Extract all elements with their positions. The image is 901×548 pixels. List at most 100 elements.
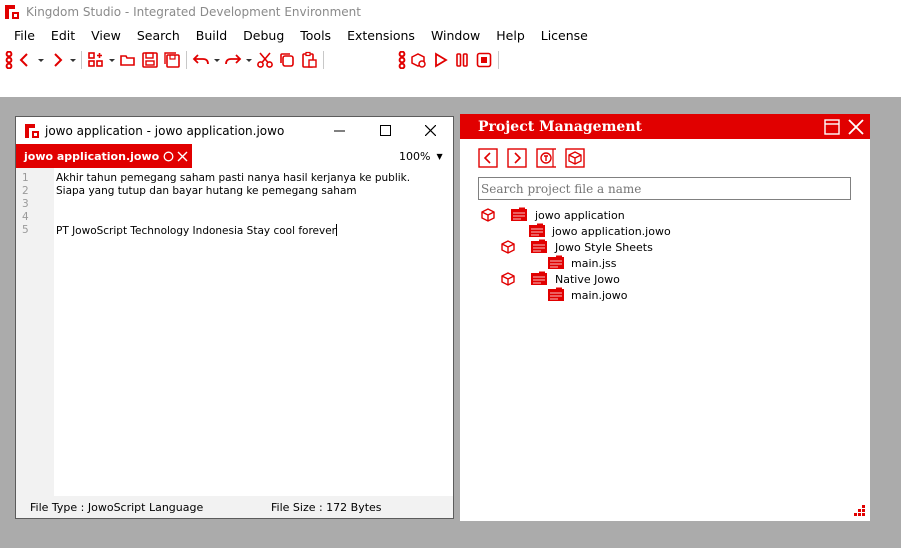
back-icon[interactable] [14,49,36,71]
tree-item-label: main.jss [571,256,617,270]
resize-grip-icon[interactable] [852,503,866,517]
save-all-icon[interactable] [161,49,183,71]
new-project-icon[interactable] [85,49,107,71]
new-project-dropdown-icon[interactable] [107,49,117,71]
tree-item-label: jowo application [535,208,625,222]
tree-item-folder[interactable]: Native Jowo [500,271,620,287]
tree-item-file[interactable]: jowo application.jowo [528,223,671,239]
zoom-select[interactable]: 100% ▼ [399,146,449,166]
redo-icon[interactable] [222,49,244,71]
editor-tab-strip: jowo application.jowo 100% ▼ [16,144,453,168]
tab-jowo-application[interactable]: jowo application.jowo [16,144,192,168]
restore-panel-button[interactable] [822,117,842,137]
undo-dropdown-icon[interactable] [212,49,222,71]
tree-item-label: jowo application.jowo [552,224,671,238]
project-cube-icon [481,208,495,222]
menu-view[interactable]: View [83,28,129,43]
menu-license[interactable]: License [533,28,596,43]
tree-item-folder[interactable]: Jowo Style Sheets [500,239,653,255]
project-back-button[interactable] [478,148,498,168]
code-line[interactable]: Akhir tahun pemegang saham pasti nanya h… [56,172,410,184]
cube-icon [565,148,585,168]
folder-cube-icon [501,240,515,254]
maximize-button[interactable] [362,117,408,144]
open-folder-icon[interactable] [117,49,139,71]
menu-bar: File Edit View Search Build Debug Tools … [0,24,901,46]
menu-file[interactable]: File [0,28,43,43]
project-panel: Project Management jowo application jowo… [460,114,870,521]
paste-icon[interactable] [298,49,320,71]
forward-icon[interactable] [46,49,68,71]
project-collapse-button[interactable] [536,148,556,168]
tree-item-file[interactable]: main.jowo [547,287,628,303]
tab-pin-icon[interactable] [163,151,174,162]
back-icon [478,148,498,168]
status-file-type: File Type : JowoScript Language [30,500,204,514]
jowo-file-icon [548,287,564,301]
code-editor[interactable]: 1 2 3 4 5 Akhir tahun pemegang saham pas… [16,168,453,497]
folder-cube-icon [501,272,515,286]
code-line-text: PT JowoScript Technology Indonesia Stay … [56,225,336,237]
toolbar-grip-icon[interactable] [397,49,407,71]
editor-window-title: jowo application - jowo application.jowo [45,123,285,138]
line-number: 5 [22,224,29,236]
project-forward-button[interactable] [507,148,527,168]
line-number-gutter: 1 2 3 4 5 [16,168,54,497]
toolbar-separator [186,51,187,69]
save-icon[interactable] [139,49,161,71]
cut-icon[interactable] [254,49,276,71]
document-app-icon [25,123,39,138]
tree-item-label: Native Jowo [555,272,620,286]
minimize-button[interactable] [316,117,362,144]
stop-icon[interactable] [473,49,495,71]
restore-icon [824,119,840,135]
chevron-down-icon: ▼ [436,151,443,161]
forward-icon [507,148,527,168]
tab-close-icon[interactable] [177,151,188,162]
project-file-icon [511,207,527,221]
editor-titlebar[interactable]: jowo application - jowo application.jowo [16,117,453,144]
editor-window: jowo application - jowo application.jowo… [15,116,454,519]
undo-icon[interactable] [190,49,212,71]
code-line[interactable]: Siapa yang tutup dan bayar hutang ke pem… [56,185,357,197]
maximize-icon [379,125,391,136]
pause-icon[interactable] [451,49,473,71]
menu-debug[interactable]: Debug [235,28,292,43]
close-window-button[interactable] [407,117,453,144]
tree-item-project-root[interactable]: jowo application [480,207,625,223]
back-dropdown-icon[interactable] [36,49,46,71]
project-search-input[interactable] [478,177,851,200]
menu-tools[interactable]: Tools [292,28,339,43]
folder-file-icon [531,271,547,285]
menu-window[interactable]: Window [423,28,488,43]
code-line[interactable]: PT JowoScript Technology Indonesia Stay … [56,224,337,237]
project-package-button[interactable] [565,148,585,168]
zoom-value: 100% [399,149,431,163]
copy-icon[interactable] [276,49,298,71]
close-icon [848,119,864,135]
tree-item-file[interactable]: main.jss [547,255,617,271]
toolbar-grip-icon[interactable] [4,49,14,71]
minimize-icon [333,130,345,132]
toolbar-separator [323,51,324,69]
text-cursor [335,224,337,236]
menu-edit[interactable]: Edit [43,28,83,43]
collapse-all-icon [536,148,556,168]
app-logo-icon [5,5,19,19]
close-panel-button[interactable] [846,117,866,137]
main-toolbar [0,46,901,74]
menu-help[interactable]: Help [488,28,533,43]
jowo-file-icon [529,223,545,237]
project-panel-titlebar[interactable]: Project Management [460,114,870,139]
editor-status-bar: File Type : JowoScript Language File Siz… [16,496,453,518]
redo-dropdown-icon[interactable] [244,49,254,71]
run-icon[interactable] [429,49,451,71]
tree-item-label: main.jowo [571,288,628,302]
menu-extensions[interactable]: Extensions [339,28,423,43]
build-icon[interactable] [407,49,429,71]
folder-file-icon [531,239,547,253]
menu-build[interactable]: Build [188,28,235,43]
menu-search[interactable]: Search [129,28,188,43]
forward-dropdown-icon[interactable] [68,49,78,71]
line-number: 1 [22,172,29,184]
